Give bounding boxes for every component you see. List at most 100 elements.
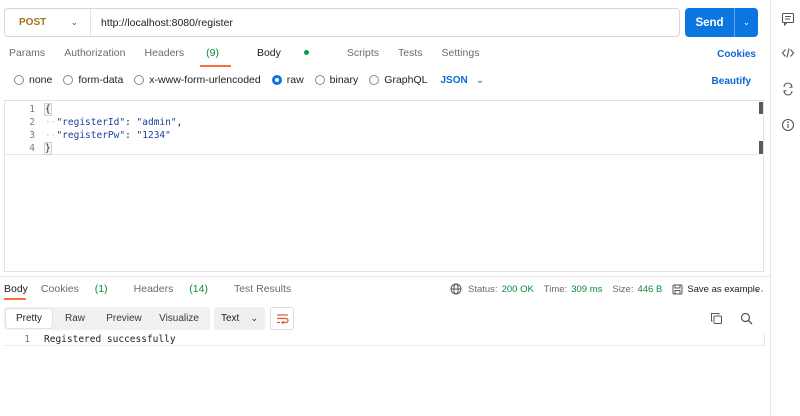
json-value: "admin" <box>136 117 177 128</box>
related-collections-icon[interactable] <box>781 82 795 96</box>
response-text: Registered successfully <box>44 334 176 345</box>
method-label: POST <box>19 17 47 28</box>
send-options-chevron-icon[interactable]: ⌄ <box>735 17 758 28</box>
response-tab-headers-label: Headers <box>133 283 174 295</box>
option-urlencoded-label: x-www-form-urlencoded <box>149 74 261 86</box>
tab-headers-count: (9) <box>206 47 219 59</box>
format-label: Text <box>221 313 240 324</box>
size-value[interactable]: 446 B <box>637 284 662 295</box>
tab-body[interactable]: Body <box>257 47 328 63</box>
radio-none[interactable] <box>14 75 24 85</box>
option-binary-label: binary <box>329 74 359 86</box>
mode-preview[interactable]: Preview <box>98 313 150 324</box>
response-tabs: Body Cookies (1) Headers (14) Test Resul… <box>4 283 304 295</box>
editor-line: 2 ··"registerId": "admin", <box>5 116 759 129</box>
tab-headers-label: Headers <box>144 47 185 59</box>
beautify-button[interactable]: Beautify <box>712 76 751 87</box>
mode-raw[interactable]: Raw <box>52 313 98 324</box>
right-sidebar <box>770 0 800 416</box>
chevron-down-icon: ⌄ <box>475 74 485 86</box>
option-none-label: none <box>29 74 53 86</box>
json-key: "registerId" <box>56 117 126 128</box>
response-divider <box>0 276 770 277</box>
option-form-data[interactable]: form-data <box>63 74 123 86</box>
info-icon[interactable] <box>781 118 795 132</box>
line-number: 2 <box>29 117 35 128</box>
language-label: JSON <box>440 74 468 86</box>
option-form-data-label: form-data <box>78 74 124 86</box>
send-button[interactable]: Send ⌄ <box>685 8 758 37</box>
tab-authorization[interactable]: Authorization <box>64 47 125 63</box>
tab-settings[interactable]: Settings <box>442 47 480 63</box>
tab-tests[interactable]: Tests <box>398 47 423 63</box>
option-raw-label: raw <box>286 74 304 86</box>
active-tab-indicator <box>200 65 231 67</box>
response-tab-headers[interactable]: Headers (14) <box>134 283 221 295</box>
editor-line: 3 ··"registerPw": "1234" <box>5 129 759 142</box>
copy-icon[interactable] <box>710 312 723 325</box>
chevron-down-icon: ⌄ <box>250 313 258 323</box>
tab-scripts[interactable]: Scripts <box>347 47 379 63</box>
editor-scrollbar[interactable] <box>759 102 763 114</box>
json-key: "registerPw" <box>56 130 126 141</box>
body-type-options: none form-data x-www-form-urlencoded raw… <box>14 74 484 86</box>
url-input[interactable]: http://localhost:8080/register <box>91 17 233 29</box>
option-none[interactable]: none <box>14 74 52 86</box>
size-label: Size: <box>612 283 634 295</box>
response-tab-headers-count: (14) <box>189 283 208 295</box>
search-icon[interactable] <box>740 312 753 325</box>
radio-form-data[interactable] <box>63 75 74 85</box>
request-body-editor[interactable]: 1 { 2 ··"registerId": "admin", 3 ··"regi… <box>4 100 764 272</box>
mode-pretty[interactable]: Pretty <box>6 309 52 328</box>
close-brace: } <box>44 142 52 155</box>
radio-raw[interactable] <box>271 75 282 85</box>
radio-binary[interactable] <box>314 75 325 85</box>
cookies-link[interactable]: Cookies <box>717 49 756 60</box>
line-number: 1 <box>29 104 35 115</box>
option-graphql[interactable]: GraphQL <box>369 74 427 86</box>
response-tab-body[interactable]: Body <box>4 283 28 295</box>
wrap-lines-button[interactable] <box>270 307 294 330</box>
line-number: 4 <box>29 143 35 154</box>
method-select[interactable]: POST ⌄ <box>5 9 91 36</box>
status-label: Status: <box>468 283 498 295</box>
send-label: Send <box>695 16 724 29</box>
response-format-select[interactable]: Text ⌄ <box>214 307 265 330</box>
request-tabs: Params Authorization Headers (9) Body Sc… <box>9 47 498 63</box>
editor-scrollbar-marker <box>759 141 763 154</box>
save-icon[interactable] <box>672 284 683 295</box>
code-icon[interactable] <box>781 46 795 60</box>
time-value[interactable]: 309 ms <box>571 284 602 295</box>
globe-icon[interactable] <box>450 283 462 295</box>
radio-urlencoded[interactable] <box>134 75 145 85</box>
response-tab-test-results[interactable]: Test Results <box>234 283 291 295</box>
response-tab-cookies-count: (1) <box>94 283 108 295</box>
response-view-modes: Pretty Raw Preview Visualize <box>4 307 210 330</box>
tab-params[interactable]: Params <box>9 47 45 63</box>
option-urlencoded[interactable]: x-www-form-urlencoded <box>134 74 261 86</box>
time-label: Time: <box>543 283 568 295</box>
mode-visualize[interactable]: Visualize <box>150 313 208 324</box>
response-tab-cookies[interactable]: Cookies (1) <box>41 283 121 295</box>
tab-body-label: Body <box>256 47 281 59</box>
option-binary[interactable]: binary <box>314 74 359 86</box>
language-select[interactable]: JSON ⌄ <box>440 75 484 86</box>
response-active-tab-indicator <box>4 298 26 300</box>
editor-line-current: 4 } <box>5 142 759 155</box>
option-raw[interactable]: raw <box>271 74 304 86</box>
response-status-bar: Status: 200 OK Time: 309 ms Size: 446 B … <box>450 283 760 295</box>
wrap-lines-icon <box>276 314 289 324</box>
chevron-down-icon: ⌄ <box>70 17 78 27</box>
radio-graphql[interactable] <box>369 75 380 85</box>
response-tab-cookies-label: Cookies <box>40 283 79 295</box>
comments-icon[interactable] <box>781 12 795 26</box>
open-brace: { <box>44 103 52 116</box>
line-number: 3 <box>29 130 35 141</box>
option-graphql-label: GraphQL <box>384 74 428 86</box>
more-options-icon[interactable]: ··· <box>750 283 765 297</box>
status-value[interactable]: 200 OK <box>502 284 534 295</box>
tab-headers[interactable]: Headers (9) <box>144 47 237 63</box>
response-body-line: 1 Registered successfully <box>4 334 764 346</box>
url-bar: POST ⌄ http://localhost:8080/register <box>4 8 680 37</box>
line-number: 1 <box>24 334 30 345</box>
